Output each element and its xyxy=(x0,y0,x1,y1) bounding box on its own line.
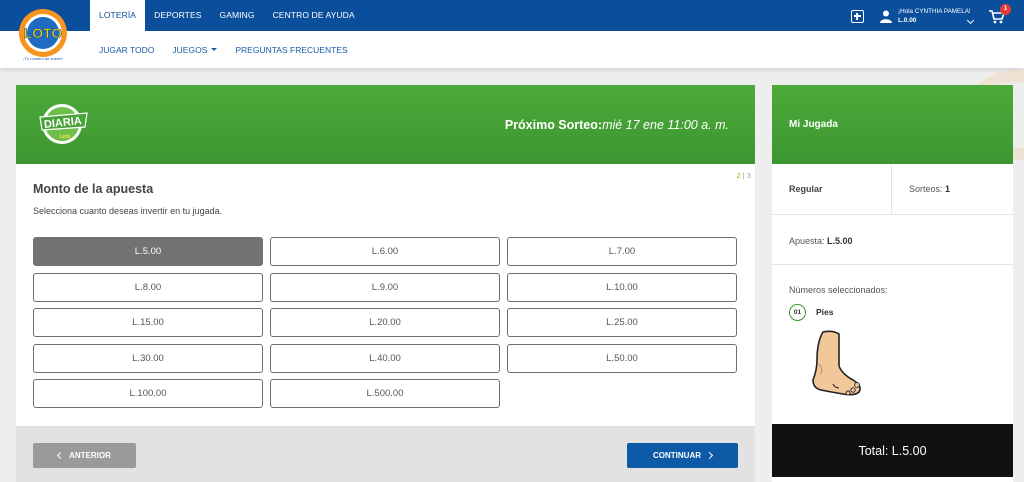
selected-numbers-label: Números seleccionados: xyxy=(789,285,888,295)
bet-value: L.5.00 xyxy=(827,236,853,246)
section-subtitle: Selecciona cuanto deseas invertir en tu … xyxy=(33,206,223,216)
nav-gaming[interactable]: GAMING xyxy=(210,0,263,31)
diaria-logo-sub: Loto xyxy=(60,134,71,140)
amount-option[interactable]: L.100.00 xyxy=(33,379,263,408)
user-balance: L.0.00 xyxy=(898,17,917,24)
play-type-row: Regular Sorteos: 1 xyxy=(772,164,1013,215)
amount-option[interactable]: L.5.00 xyxy=(33,237,263,266)
foot-icon xyxy=(812,330,861,396)
my-play-header: Mi Jugada xyxy=(772,85,1013,164)
continue-button[interactable]: CONTINUAR xyxy=(627,443,738,468)
cart-count-badge: 1 xyxy=(1000,4,1011,15)
step-indicator: 2 | 3 xyxy=(737,171,751,180)
diaria-logo: DIARIA Loto xyxy=(39,104,88,144)
amount-option[interactable]: L.6.00 xyxy=(270,237,500,266)
amount-option[interactable]: L.500.00 xyxy=(270,379,500,408)
step-total: 3 xyxy=(746,171,751,180)
divider xyxy=(891,164,892,215)
amount-option[interactable]: L.15.00 xyxy=(33,308,263,337)
draws-value: 1 xyxy=(945,184,951,194)
chevron-left-icon xyxy=(57,451,65,460)
caret-down-icon xyxy=(211,48,218,51)
draws-count: Sorteos: 1 xyxy=(909,184,950,194)
subnav-juegos[interactable]: JUEGOS xyxy=(163,45,226,55)
previous-button[interactable]: ANTERIOR xyxy=(33,443,136,468)
section-title: Monto de la apuesta xyxy=(33,182,154,196)
subnav-jugar-todo-label: JUGAR TODO xyxy=(99,44,155,55)
my-play-panel: Mi Jugada Regular Sorteos: 1 Apuesta: L.… xyxy=(772,85,1013,482)
nav-loteria[interactable]: LOTERÍA xyxy=(90,0,146,31)
main-nav: LOTERÍA DEPORTES GAMING CENTRO DE AYUDA xyxy=(90,0,364,31)
bet-amount-panel: DIARIA Loto Próximo Sorteo:mié 17 ene 11… xyxy=(16,85,755,482)
logo-text: LOTO xyxy=(24,25,63,41)
total-bar: Total: L.5.00 xyxy=(772,424,1013,477)
game-banner: DIARIA Loto Próximo Sorteo:mié 17 ene 11… xyxy=(16,85,755,164)
amount-option[interactable]: L.10.00 xyxy=(507,273,737,302)
next-draw-info: Próximo Sorteo:mié 17 ene 11:00 a. m. xyxy=(505,118,729,132)
subnav-preguntas-label: PREGUNTAS FRECUENTES xyxy=(235,44,348,55)
amount-option[interactable]: L.25.00 xyxy=(507,308,737,337)
step-current: 2 xyxy=(736,171,741,180)
subnav-jugar-todo[interactable]: JUGAR TODO xyxy=(90,45,163,55)
continue-button-label: CONTINUAR xyxy=(653,451,701,460)
navigation-footer: ANTERIOR CONTINUAR xyxy=(16,426,755,482)
loto-logo[interactable]: LOTO ¡Tu número de suerte! xyxy=(14,6,72,64)
amount-option[interactable]: L.8.00 xyxy=(33,273,263,302)
amount-option[interactable]: L.40.00 xyxy=(270,344,500,373)
amount-option[interactable]: L.20.00 xyxy=(270,308,500,337)
amount-option[interactable]: L.30.00 xyxy=(33,344,263,373)
selected-number-name: Pies xyxy=(816,307,834,317)
subnav-juegos-label: JUEGOS xyxy=(172,44,208,55)
add-square-icon[interactable] xyxy=(851,10,864,23)
logo-tagline: ¡Tu número de suerte! xyxy=(23,56,62,61)
amount-option[interactable]: L.7.00 xyxy=(507,237,737,266)
sub-nav: JUGAR TODO JUEGOS PREGUNTAS FRECUENTES xyxy=(90,31,357,68)
next-draw-label: Próximo Sorteo: xyxy=(504,118,603,132)
nav-centro-de-ayuda[interactable]: CENTRO DE AYUDA xyxy=(264,0,364,31)
bet-summary: Apuesta: L.5.00 xyxy=(789,236,853,246)
step-separator: | xyxy=(742,171,745,180)
chevron-right-icon xyxy=(705,451,714,460)
user-icon[interactable] xyxy=(880,10,892,23)
next-draw-date: mié 17 ene 11:00 a. m. xyxy=(602,118,729,132)
bet-row: Apuesta: L.5.00 xyxy=(772,215,1013,265)
play-type: Regular xyxy=(789,184,823,194)
amount-option[interactable]: L.9.00 xyxy=(270,273,500,302)
nav-deportes[interactable]: DEPORTES xyxy=(145,0,210,31)
selected-number-badge: 01 xyxy=(789,304,806,321)
amount-option[interactable]: L.50.00 xyxy=(507,344,737,373)
bet-label: Apuesta: xyxy=(789,236,825,246)
my-play-title: Mi Jugada xyxy=(789,119,838,130)
draws-label: Sorteos: xyxy=(909,184,943,194)
subnav-preguntas-frecuentes[interactable]: PREGUNTAS FRECUENTES xyxy=(226,45,356,55)
user-greeting[interactable]: ¡Hola CYNTHIA PAMELA! xyxy=(898,8,971,16)
previous-button-label: ANTERIOR xyxy=(69,451,111,460)
